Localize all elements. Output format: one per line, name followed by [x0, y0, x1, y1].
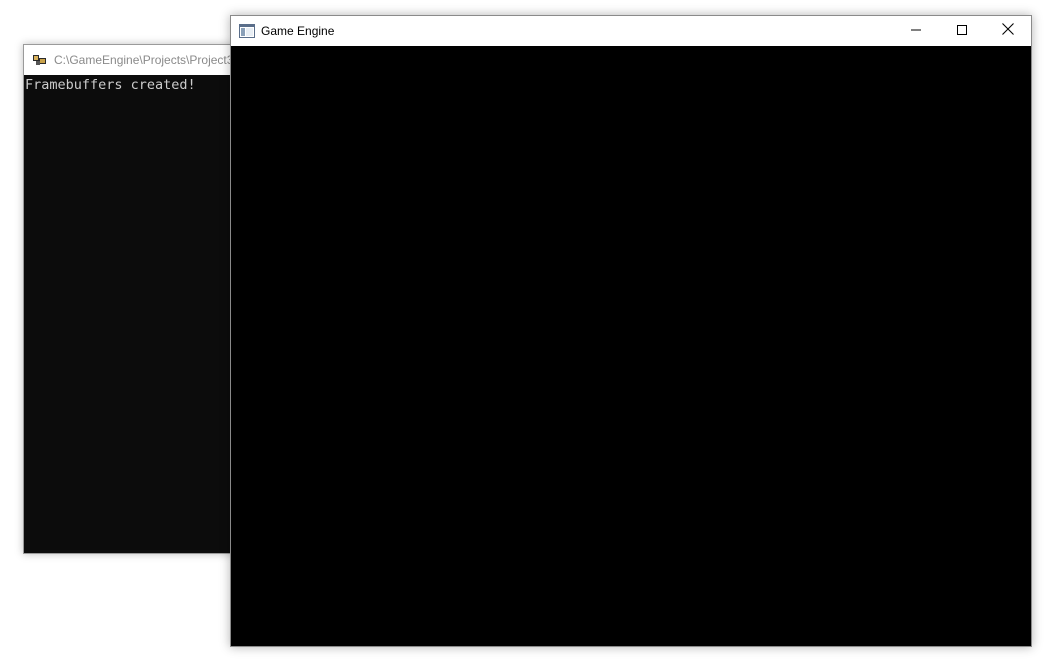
desktop: C:\GameEngine\Projects\Project3 Framebuf… [0, 0, 1045, 660]
maximize-icon [957, 22, 967, 40]
close-button[interactable] [985, 16, 1031, 46]
minimize-button[interactable] [893, 16, 939, 46]
close-icon [1002, 22, 1014, 40]
window-controls [893, 16, 1031, 46]
game-titlebar[interactable]: Game Engine [231, 16, 1031, 46]
console-app-icon [32, 53, 48, 67]
game-window-title: Game Engine [261, 24, 335, 38]
window-app-icon [239, 24, 255, 38]
minimize-icon [911, 22, 921, 40]
maximize-button[interactable] [939, 16, 985, 46]
console-title: C:\GameEngine\Projects\Project3 [54, 53, 234, 67]
game-engine-window[interactable]: Game Engine [230, 15, 1032, 647]
game-render-canvas[interactable] [231, 46, 1031, 646]
